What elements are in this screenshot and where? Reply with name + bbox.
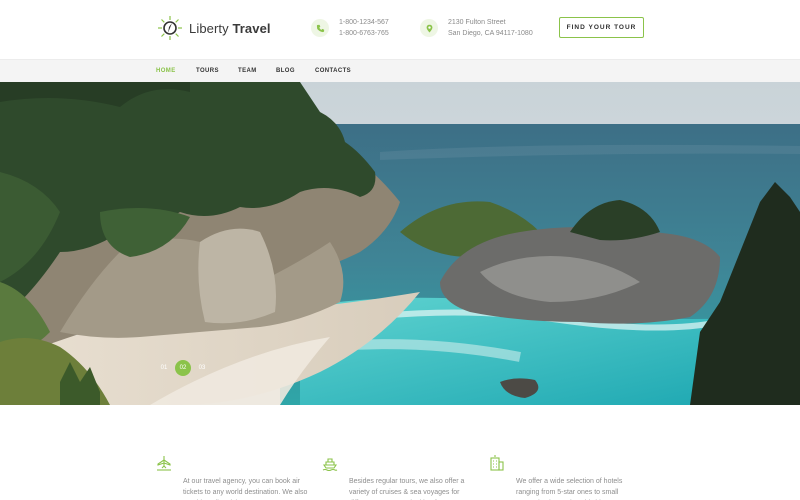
slide-dot-3[interactable]: 03	[194, 360, 210, 376]
hotel-icon	[489, 455, 505, 471]
cruise-ship-icon	[322, 455, 338, 472]
brand-logo[interactable]: Liberty Travel	[157, 13, 271, 43]
main-nav: HOME TOURS TEAM BLOG CONTACTS	[0, 59, 800, 82]
map-pin-icon	[420, 19, 438, 37]
phone-number-1[interactable]: 1-800-1234-567	[339, 17, 389, 28]
nav-item-team[interactable]: TEAM	[238, 68, 257, 74]
phone-icon	[311, 19, 329, 37]
brand-name-light: Liberty	[189, 20, 229, 36]
phone-number-2[interactable]: 1-800-6763-765	[339, 28, 389, 39]
hero-slider: 01 02 03	[0, 82, 800, 405]
airplane-icon	[156, 455, 172, 471]
nav-item-tours[interactable]: TOURS	[196, 68, 219, 74]
nav-item-contacts[interactable]: CONTACTS	[315, 68, 351, 74]
brand-name-bold: Travel	[232, 20, 271, 36]
feature-text-air-tickets: At our travel agency, you can book air t…	[183, 478, 308, 496]
features-section: At our travel agency, you can book air t…	[0, 405, 800, 500]
address-contact: 2130 Fulton Street San Diego, CA 94117-1…	[420, 17, 533, 39]
slide-dot-1[interactable]: 01	[156, 360, 172, 376]
address-line-1: 2130 Fulton Street	[448, 19, 506, 26]
site-header: Liberty Travel 1-800-1234-567 1-800-6763…	[0, 0, 800, 59]
compass-logo-icon	[157, 15, 183, 41]
slide-dot-2[interactable]: 02	[175, 360, 191, 376]
nav-item-blog[interactable]: BLOG	[276, 68, 295, 74]
coastal-landscape-image	[0, 82, 800, 405]
feature-text-hotels: We offer a wide selection of hotels rang…	[516, 478, 623, 496]
nav-item-home[interactable]: HOME	[156, 68, 176, 74]
feature-text-cruises: Besides regular tours, we also offer a v…	[349, 478, 465, 496]
slider-pagination: 01 02 03	[156, 360, 213, 376]
find-your-tour-button[interactable]: FIND YOUR TOUR	[559, 17, 644, 38]
address-line-2: San Diego, CA 94117-1080	[448, 30, 533, 37]
phone-contact: 1-800-1234-567 1-800-6763-765	[311, 17, 389, 39]
